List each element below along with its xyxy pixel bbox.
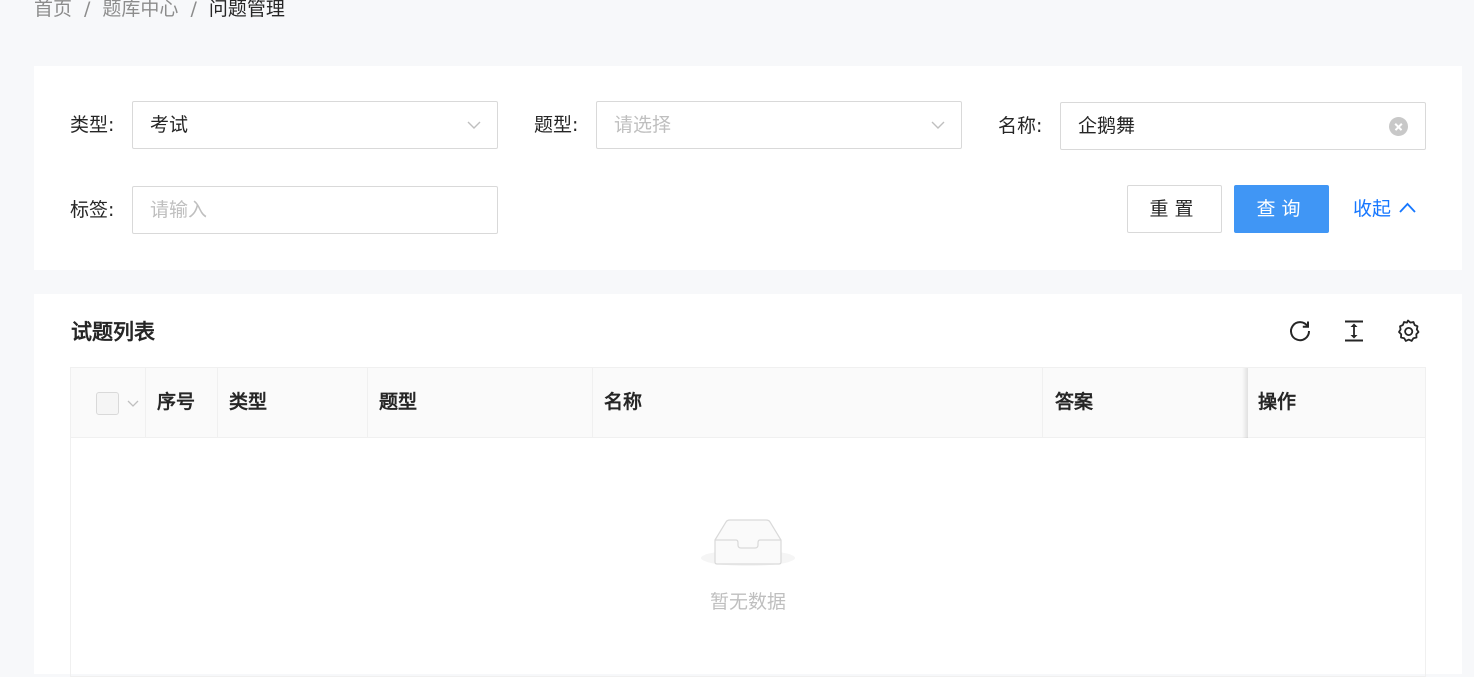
clear-icon[interactable] <box>1389 117 1408 136</box>
question-type-label: 题型: <box>534 114 579 136</box>
breadcrumb-separator: / <box>84 0 91 20</box>
question-type-placeholder: 请选择 <box>614 114 672 136</box>
breadcrumb: 首页 / 题库中心 / 问题管理 <box>34 0 285 21</box>
tag-input[interactable]: 请输入 <box>132 186 498 234</box>
chevron-down-icon <box>931 121 945 129</box>
column-header-name: 名称 <box>604 391 643 413</box>
chevron-down-icon[interactable] <box>127 397 139 409</box>
name-input[interactable]: 企鹅舞 <box>1060 102 1426 150</box>
collapse-label: 收起 <box>1353 198 1392 220</box>
table-header: 序号 类型 题型 名称 答案 操作 <box>71 368 1425 438</box>
name-input-value: 企鹅舞 <box>1078 115 1136 137</box>
type-select-value: 考试 <box>150 114 189 136</box>
breadcrumb-separator: / <box>190 0 197 20</box>
question-list-card: 试题列表 序号 类型 题型 名称 答案 操作 暂无数据 <box>34 294 1462 677</box>
breadcrumb-home[interactable]: 首页 <box>34 0 72 20</box>
name-label: 名称: <box>998 115 1043 137</box>
setting-icon[interactable] <box>1395 318 1421 344</box>
empty-text: 暂无数据 <box>709 591 786 613</box>
reset-button[interactable]: 重置 <box>1127 185 1222 233</box>
chevron-down-icon <box>467 121 481 129</box>
query-button[interactable]: 查询 <box>1234 185 1329 233</box>
tag-input-placeholder: 请输入 <box>150 199 208 221</box>
collapse-link[interactable]: 收起 <box>1353 185 1416 233</box>
list-title: 试题列表 <box>71 320 155 344</box>
column-header-index: 序号 <box>157 391 196 413</box>
empty-inbox-icon <box>701 519 795 566</box>
column-header-answer: 答案 <box>1055 391 1094 413</box>
column-header-actions: 操作 <box>1258 391 1297 413</box>
tag-label: 标签: <box>70 199 115 221</box>
breadcrumb-current: 问题管理 <box>208 0 285 20</box>
question-table: 序号 类型 题型 名称 答案 操作 暂无数据 <box>70 367 1426 677</box>
question-type-select[interactable]: 请选择 <box>596 101 962 149</box>
type-label: 类型: <box>70 114 115 136</box>
breadcrumb-bank-center[interactable]: 题库中心 <box>102 0 178 20</box>
column-header-question-type: 题型 <box>379 391 418 413</box>
search-form-card: 类型: 考试 题型: 请选择 名称: 企鹅舞 标签: 请输入 重置 查询 收起 <box>34 66 1462 270</box>
column-header-type: 类型 <box>229 391 268 413</box>
column-height-icon[interactable] <box>1341 318 1367 344</box>
chevron-up-icon <box>1399 202 1416 213</box>
reload-icon[interactable] <box>1287 318 1313 344</box>
type-select[interactable]: 考试 <box>132 101 498 149</box>
select-all-checkbox[interactable] <box>96 392 119 415</box>
